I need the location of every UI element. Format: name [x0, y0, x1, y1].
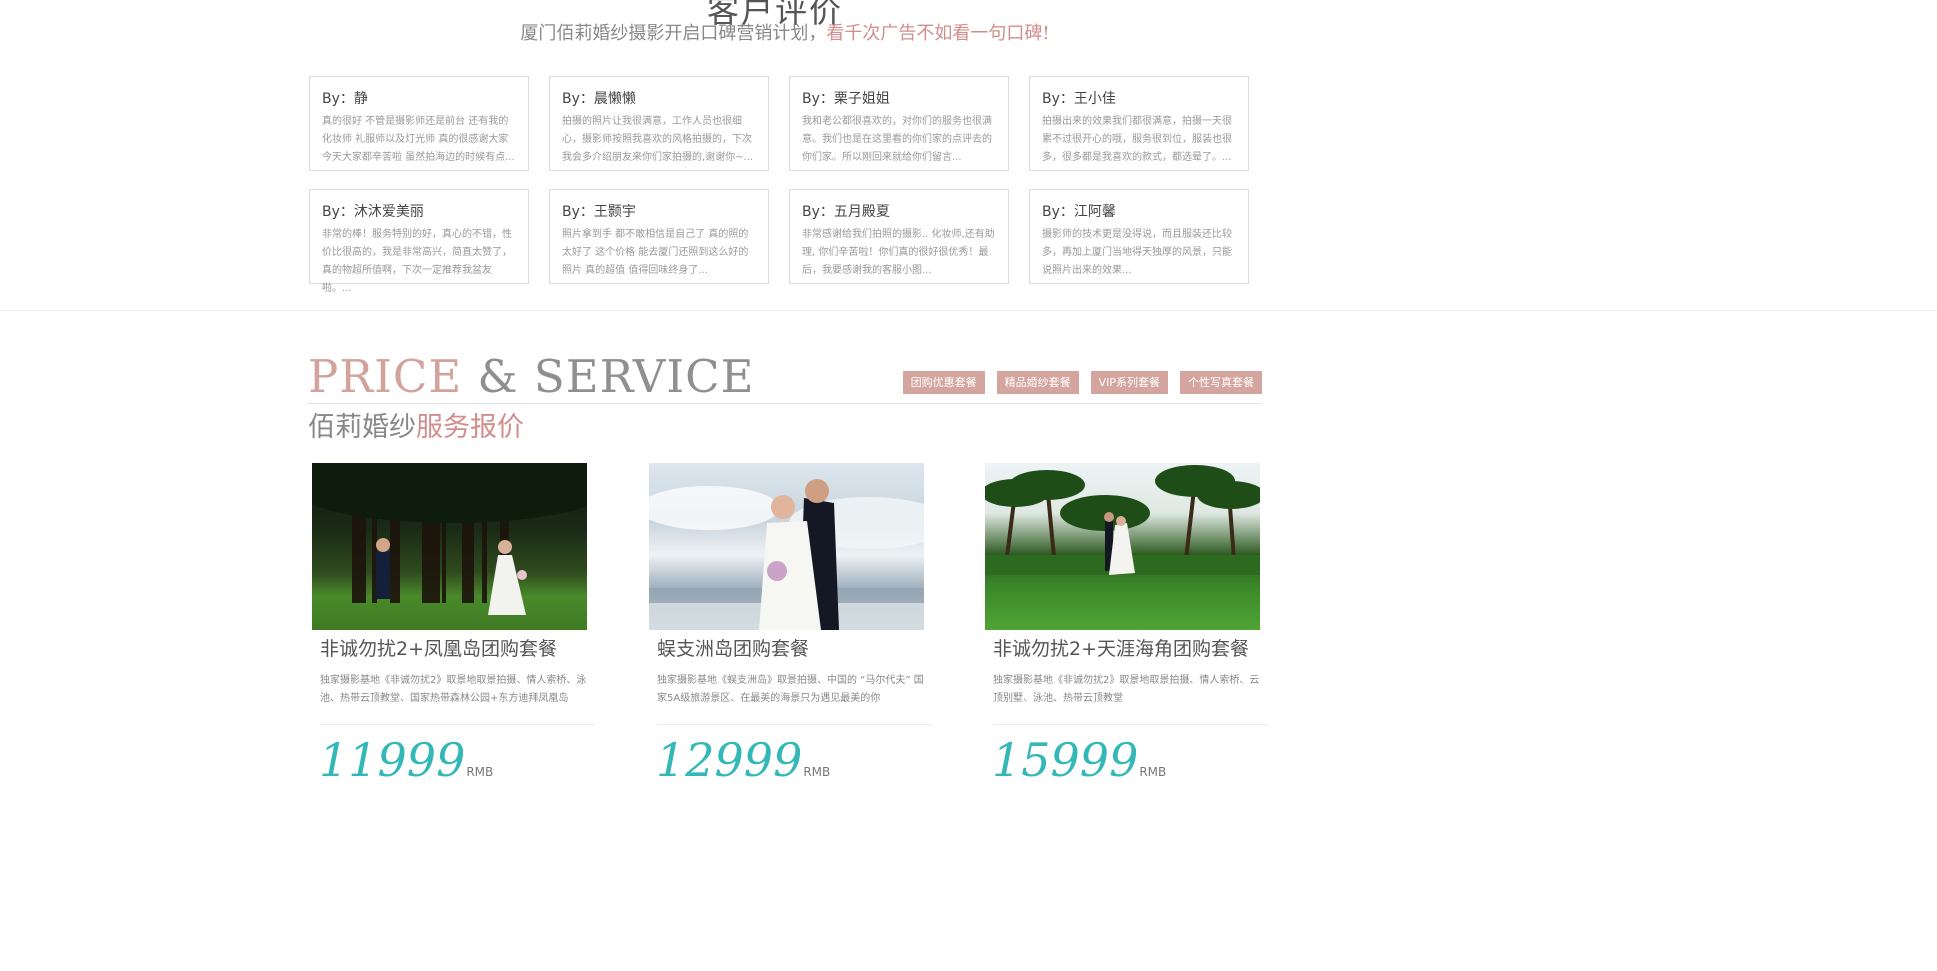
package-card[interactable]: 蜈支洲岛团购套餐 独家摄影基地《蜈支洲岛》取景拍摄、中国的 “马尔代夫” 国家5…: [649, 463, 934, 785]
review-author: By：栗子姐姐: [802, 91, 890, 107]
heading-price-word: PRICE: [308, 350, 463, 403]
package-price: 11999: [319, 733, 466, 787]
reviews-subtitle: 厦门佰莉婚纱摄影开启口碑营销计划，看千次广告不如看一句口碑!: [0, 19, 1570, 45]
service-title-main: 佰莉婚纱: [308, 412, 416, 443]
tab-personal-portrait[interactable]: 个性写真套餐: [1180, 371, 1262, 394]
review-text: 拍摄出来的效果我们都很满意，拍摄一天很累不过很开心的哦，服务很到位，服装也很多，…: [1042, 116, 1232, 163]
review-card[interactable]: By：静 真的很好 不管是摄影师还是前台 还有我的化妆师 礼服师以及灯光师 真的…: [309, 76, 529, 171]
review-card[interactable]: By：晨懒懒 拍摄的照片让我很满意，工作人员也很细心，摄影师按照我喜欢的风格拍摄…: [549, 76, 769, 171]
package-description: 独家摄影基地《蜈支洲岛》取景拍摄、中国的 “马尔代夫” 国家5A级旅游景区、在最…: [657, 675, 924, 704]
package-rule: [320, 724, 595, 725]
package-card[interactable]: 非诚勿扰2+凤凰岛团购套餐 独家摄影基地《非诚勿扰2》取景地取景拍摄、情人索桥、…: [312, 463, 597, 785]
service-title-highlight: 服务报价: [416, 412, 524, 443]
review-card[interactable]: By：五月殿夏 非常感谢给我们拍照的摄影.. 化妆师,还有助理, 你们辛苦啦！你…: [789, 189, 1009, 284]
review-author: By：静: [322, 91, 368, 107]
review-text: 非常的棒！服务特别的好，真心的不错，性价比很高的，我是非常高兴，简直太赞了，真的…: [322, 229, 512, 294]
package-description: 独家摄影基地《非诚勿扰2》取景地取景拍摄、情人索桥、泳池、热带云顶教堂、国家热带…: [320, 675, 587, 704]
beach-wedding-photo[interactable]: [649, 463, 924, 630]
service-title: 佰莉婚纱服务报价: [308, 405, 524, 444]
reviews-grid: By：静 真的很好 不管是摄影师还是前台 还有我的化妆师 礼服师以及灯光师 真的…: [309, 76, 1249, 294]
reviews-subtitle-main: 厦门佰莉婚纱摄影开启口碑营销计划，: [520, 23, 827, 44]
review-author: By：王颢宇: [562, 204, 636, 220]
tab-group-buy[interactable]: 团购优惠套餐: [902, 371, 985, 394]
package-price-row: 11999 RMB: [319, 735, 597, 785]
palm-lawn-wedding-photo[interactable]: [985, 463, 1260, 630]
package-name[interactable]: 非诚勿扰2+凤凰岛团购套餐: [320, 634, 597, 661]
review-text: 摄影师的技术更是没得说，而且服装还比较多，再加上厦门当地得天独厚的风景，只能说照…: [1042, 229, 1232, 276]
review-author: By：江阿馨: [1042, 204, 1116, 220]
review-text: 照片拿到手 都不敢相信是自己了 真的照的太好了 这个价格 能去厦门还照到这么好的…: [562, 229, 749, 276]
reviews-subtitle-highlight: 看千次广告不如看一句口碑!: [826, 23, 1050, 44]
package-price-unit: RMB: [1139, 765, 1167, 779]
forest-wedding-photo[interactable]: [312, 463, 587, 630]
tab-vip-series[interactable]: VIP系列套餐: [1090, 371, 1168, 394]
package-price: 12999: [656, 733, 803, 787]
section-divider: [0, 310, 1937, 311]
heading-rule: [308, 403, 1262, 404]
package-price-row: 12999 RMB: [656, 735, 934, 785]
forest-wedding-image: [312, 463, 587, 615]
review-card[interactable]: By：江阿馨 摄影师的技术更是没得说，而且服装还比较多，再加上厦门当地得天独厚的…: [1029, 189, 1249, 284]
review-card[interactable]: By：栗子姐姐 我和老公都很喜欢的，对你们的服务也很满意。我们也是在这里看的你们…: [789, 76, 1009, 171]
review-text: 真的很好 不管是摄影师还是前台 还有我的化妆师 礼服师以及灯光师 真的很感谢大家…: [322, 116, 515, 163]
beach-wedding-image: [649, 479, 924, 630]
package-card[interactable]: 非诚勿扰2+天涯海角团购套餐 独家摄影基地《非诚勿扰2》取景地取景拍摄、情人索桥…: [985, 463, 1270, 785]
review-author: By：沐沐爱美丽: [322, 204, 424, 220]
review-text: 非常感谢给我们拍照的摄影.. 化妆师,还有助理, 你们辛苦啦！你们真的很好很优秀…: [802, 229, 995, 276]
review-author: By：晨懒懒: [562, 91, 636, 107]
price-service-heading: PRICE & SERVICE: [308, 350, 754, 403]
package-price: 15999: [992, 733, 1139, 787]
package-rule: [657, 724, 932, 725]
package-name[interactable]: 非诚勿扰2+天涯海角团购套餐: [993, 634, 1270, 661]
palm-lawn-wedding-image: [985, 465, 1260, 575]
package-price-unit: RMB: [466, 765, 494, 779]
heading-service-word: SERVICE: [533, 350, 755, 403]
tab-premium-wedding[interactable]: 精品婚纱套餐: [996, 371, 1079, 394]
heading-ampersand: &: [477, 350, 519, 403]
review-text: 我和老公都很喜欢的，对你们的服务也很满意。我们也是在这里看的你们家的点评去的你们…: [802, 116, 992, 163]
review-text: 拍摄的照片让我很满意，工作人员也很细心，摄影师按照我喜欢的风格拍摄的，下次我会多…: [562, 116, 754, 163]
review-card[interactable]: By：王小佳 拍摄出来的效果我们都很满意，拍摄一天很累不过很开心的哦，服务很到位…: [1029, 76, 1249, 171]
package-name[interactable]: 蜈支洲岛团购套餐: [657, 634, 934, 661]
review-card[interactable]: By：王颢宇 照片拿到手 都不敢相信是自己了 真的照的太好了 这个价格 能去厦门…: [549, 189, 769, 284]
package-tabs: 团购优惠套餐 精品婚纱套餐 VIP系列套餐 个性写真套餐: [902, 371, 1262, 394]
review-card[interactable]: By：沐沐爱美丽 非常的棒！服务特别的好，真心的不错，性价比很高的，我是非常高兴…: [309, 189, 529, 294]
review-author: By：五月殿夏: [802, 204, 890, 220]
package-price-unit: RMB: [803, 765, 831, 779]
package-rule: [993, 724, 1268, 725]
package-price-row: 15999 RMB: [992, 735, 1270, 785]
package-description: 独家摄影基地《非诚勿扰2》取景地取景拍摄、情人索桥、云顶别墅、泳池、热带云顶教堂: [993, 675, 1260, 704]
review-author: By：王小佳: [1042, 91, 1116, 107]
